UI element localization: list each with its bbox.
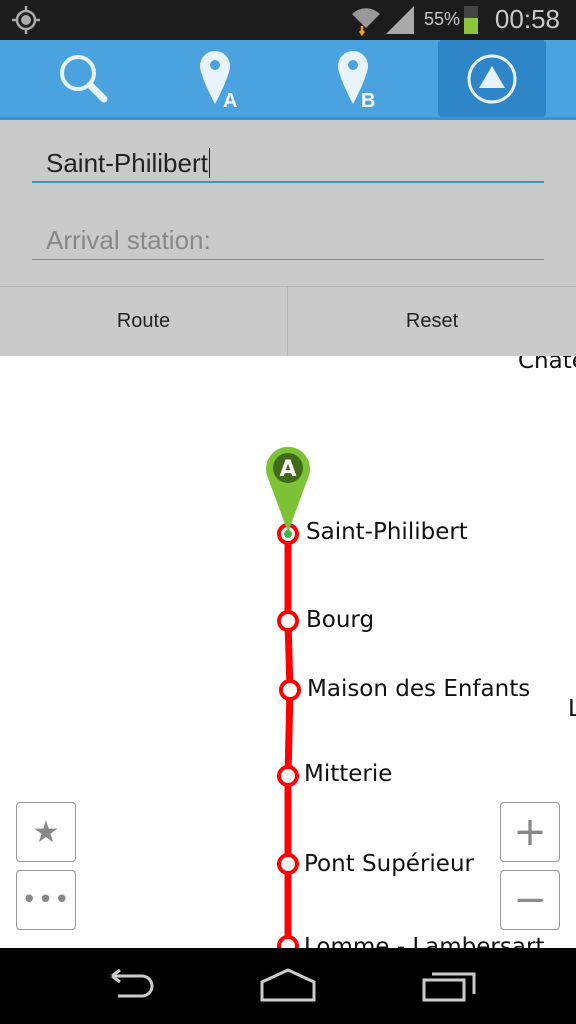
marker-letter: A [279,457,296,482]
wifi-icon [352,8,380,36]
search-icon [60,54,108,102]
toolbar: A B [0,40,576,120]
more-icon: ••• [21,885,71,915]
station-label[interactable]: Saint-Philibert [306,519,468,545]
favorite-button[interactable]: ★ [16,802,76,862]
station-dot [277,935,299,948]
station-label[interactable]: Mitterie [304,761,392,787]
signal-icon [386,6,414,34]
station-label[interactable]: Pont Supérieur [304,851,474,877]
gps-icon [12,6,40,34]
departure-input[interactable]: Saint-Philibert [32,143,544,183]
station-dot [277,853,299,875]
star-icon: ★ [32,814,60,850]
clock: 00:58 [494,4,560,34]
tab-search[interactable] [30,40,138,117]
pin-a-letter: A [223,90,237,109]
station-dot [277,610,299,632]
navigate-icon [467,54,517,103]
station-dot [279,679,301,701]
zoom-out-button[interactable]: − [500,870,560,930]
marker-a-icon: A [266,446,310,532]
more-button[interactable]: ••• [16,870,76,930]
pin-b-icon: B [338,50,375,109]
pin-a-icon: A [200,50,237,109]
metro-map[interactable]: Chate L A Saint-Philibert Bourg Maison d… [0,356,576,948]
tab-navigate[interactable] [438,40,546,117]
arrival-input[interactable]: Arrival station: [32,220,544,260]
station-dot [277,765,299,787]
tab-arrival[interactable]: B [306,40,414,117]
tab-departure[interactable]: A [168,40,276,117]
metro-line: A [266,446,310,948]
zoom-in-button[interactable]: + [500,802,560,862]
reset-button[interactable]: Reset [288,286,576,356]
station-label[interactable]: Lomme - Lambersart [304,934,544,948]
navigation-bar [0,948,576,1024]
back-icon[interactable] [98,968,158,1004]
home-icon[interactable] [258,968,318,1004]
recent-apps-icon[interactable] [420,968,480,1004]
pin-b-letter: B [361,90,375,109]
status-bar: 55% 00:58 [0,0,576,40]
battery-percent: 55% [423,9,460,29]
station-label[interactable]: Maison des Enfants [307,676,530,702]
route-button[interactable]: Route [0,286,288,356]
departure-value: Saint-Philibert [46,148,208,178]
battery-charging-icon [464,6,478,34]
station-label[interactable]: Bourg [306,607,374,633]
